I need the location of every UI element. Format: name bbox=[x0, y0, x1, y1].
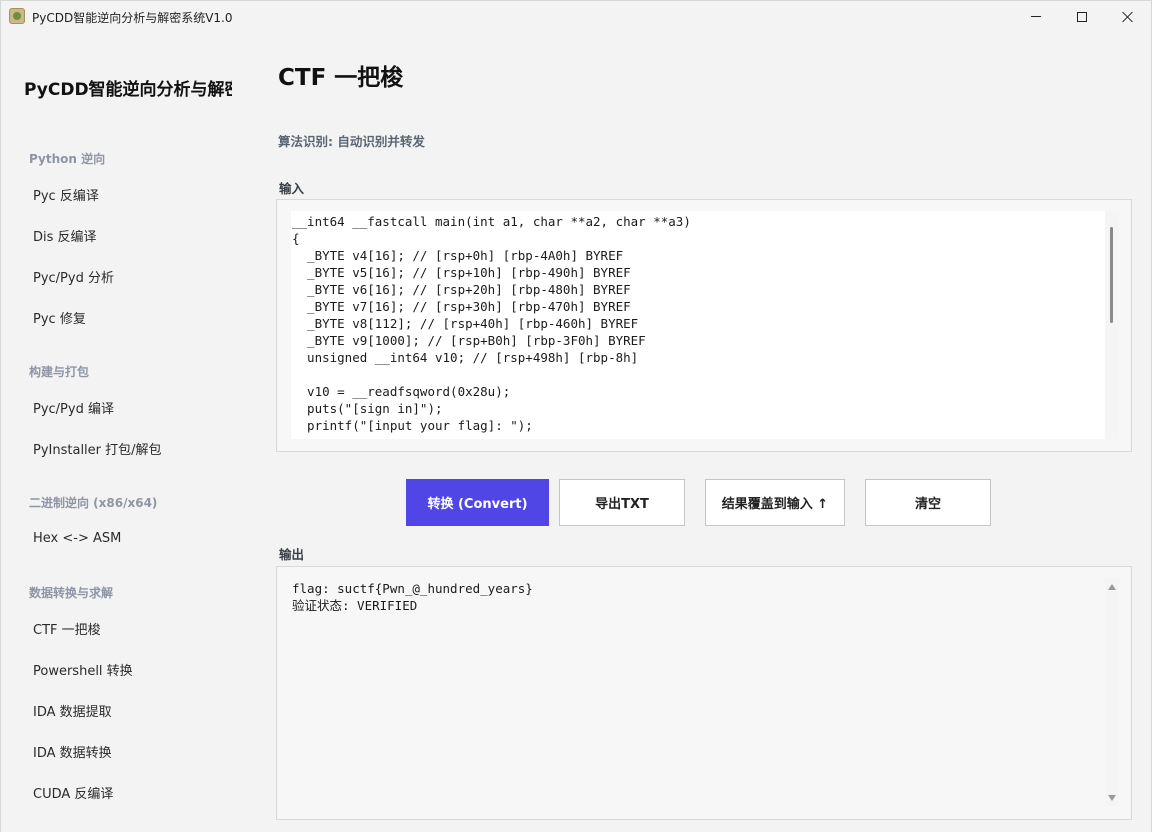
sidebar: PyCDD智能逆向分析与解密 Python 逆向 Pyc 反编译 Dis 反编译… bbox=[1, 32, 252, 832]
input-label: 输入 bbox=[279, 181, 305, 196]
minimize-icon bbox=[1031, 16, 1041, 17]
algorithm-label: 算法识别: 自动识别并转发 bbox=[278, 134, 425, 149]
output-scrollbar[interactable] bbox=[1105, 578, 1119, 807]
minimize-button[interactable] bbox=[1013, 1, 1059, 32]
nav-item-ida-convert[interactable]: IDA 数据转换 bbox=[21, 734, 241, 768]
nav-item-dis-decompile[interactable]: Dis 反编译 bbox=[21, 218, 241, 252]
output-textarea[interactable]: flag: suctf{Pwn_@_hundred_years} 验证状态: V… bbox=[291, 578, 1119, 807]
close-button[interactable] bbox=[1105, 1, 1151, 32]
main-panel: CTF 一把梭 算法识别: 自动识别并转发 输入 __int64 __fastc… bbox=[252, 32, 1151, 832]
input-scroll-thumb[interactable] bbox=[1110, 227, 1113, 323]
convert-button[interactable]: 转换 (Convert) bbox=[406, 479, 549, 526]
nav-item-pyinstaller[interactable]: PyInstaller 打包/解包 bbox=[21, 431, 241, 465]
overwrite-input-button[interactable]: 结果覆盖到输入 ↑ bbox=[705, 479, 845, 526]
sidebar-app-title: PyCDD智能逆向分析与解密 bbox=[24, 80, 232, 100]
app-window: PyCDD智能逆向分析与解密系统V1.0 PyCDD智能逆向分析与解密 Pyth… bbox=[0, 0, 1152, 832]
maximize-button[interactable] bbox=[1059, 1, 1105, 32]
clear-button[interactable]: 清空 bbox=[865, 479, 991, 526]
output-label: 输出 bbox=[279, 547, 305, 562]
section-header-data: 数据转换与求解 bbox=[29, 586, 114, 600]
input-scrollbar[interactable] bbox=[1105, 211, 1119, 439]
input-frame: __int64 __fastcall main(int a1, char **a… bbox=[276, 199, 1132, 452]
nav-item-cuda-decompile[interactable]: CUDA 反编译 bbox=[21, 775, 241, 809]
window-title: PyCDD智能逆向分析与解密系统V1.0 bbox=[32, 11, 233, 25]
maximize-icon bbox=[1077, 11, 1087, 22]
input-textarea[interactable]: __int64 __fastcall main(int a1, char **a… bbox=[291, 211, 1119, 439]
nav-item-ida-extract[interactable]: IDA 数据提取 bbox=[21, 693, 241, 727]
section-header-build: 构建与打包 bbox=[29, 365, 90, 379]
input-code: __int64 __fastcall main(int a1, char **a… bbox=[292, 214, 691, 433]
nav-item-powershell[interactable]: Powershell 转换 bbox=[21, 652, 241, 686]
nav-item-pyc-pyd-compile[interactable]: Pyc/Pyd 编译 bbox=[21, 390, 241, 424]
scroll-down-icon[interactable] bbox=[1108, 795, 1116, 801]
title-bar: PyCDD智能逆向分析与解密系统V1.0 bbox=[1, 1, 1151, 32]
section-header-python: Python 逆向 bbox=[29, 152, 106, 166]
nav-item-pyc-pyd-analysis[interactable]: Pyc/Pyd 分析 bbox=[21, 259, 241, 293]
output-frame: flag: suctf{Pwn_@_hundred_years} 验证状态: V… bbox=[276, 566, 1132, 820]
nav-item-pyc-repair[interactable]: Pyc 修复 bbox=[21, 300, 241, 334]
nav-item-hex-asm[interactable]: Hex <-> ASM bbox=[21, 521, 241, 555]
section-header-binary: 二进制逆向 (x86/x64) bbox=[29, 496, 158, 510]
app-icon bbox=[9, 8, 25, 24]
nav-item-pyc-decompile[interactable]: Pyc 反编译 bbox=[21, 177, 241, 211]
close-icon bbox=[1122, 11, 1134, 23]
export-txt-button[interactable]: 导出TXT bbox=[559, 479, 685, 526]
page-title: CTF 一把梭 bbox=[278, 65, 404, 91]
nav-item-ctf[interactable]: CTF 一把梭 bbox=[21, 611, 241, 645]
scroll-up-icon[interactable] bbox=[1108, 584, 1116, 590]
output-code: flag: suctf{Pwn_@_hundred_years} 验证状态: V… bbox=[292, 581, 533, 613]
